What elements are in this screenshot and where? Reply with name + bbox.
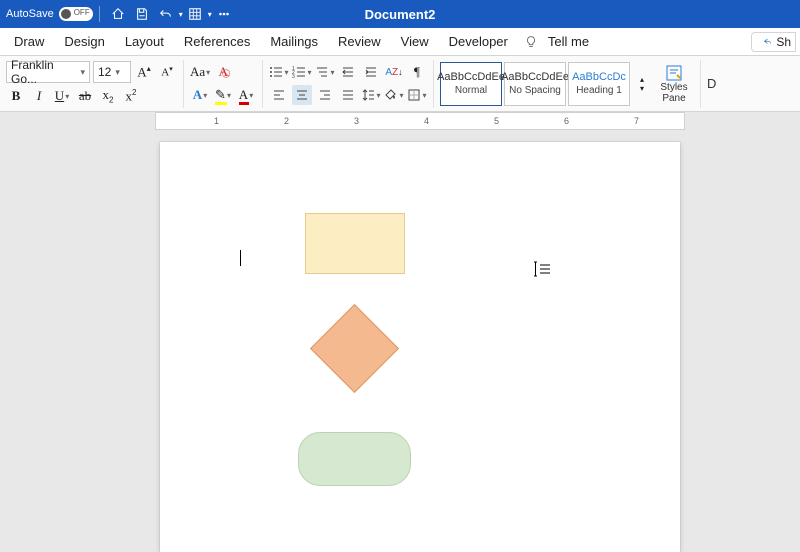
paragraph-group: ▾ 123▾ ▾ AZ↓ ¶ ▾ ▾ ▾: [263, 59, 433, 108]
font-size-select[interactable]: 12▾: [93, 61, 131, 83]
superscript-button[interactable]: x2: [121, 86, 141, 106]
styles-group: AaBbCcDdEe Normal AaBbCcDdEe No Spacing …: [434, 59, 700, 109]
autosave-state: OFF: [74, 8, 90, 17]
change-case-button[interactable]: Aa▾: [190, 62, 210, 82]
borders-button[interactable]: ▾: [407, 85, 427, 105]
share-icon: [760, 36, 772, 48]
ribbon-cut-off: D: [707, 76, 716, 91]
bold-button[interactable]: B: [6, 86, 26, 106]
styles-pane-icon: [665, 64, 683, 82]
tab-references[interactable]: References: [174, 28, 260, 56]
font-effects-group: Aa▾ A⃠ A▾ ✎▾ A▾: [184, 59, 262, 108]
highlight-button[interactable]: ✎▾: [213, 85, 233, 105]
style-no-spacing[interactable]: AaBbCcDdEe No Spacing: [504, 62, 566, 106]
clear-formatting-icon[interactable]: A⃠: [213, 62, 233, 82]
tab-layout[interactable]: Layout: [115, 28, 174, 56]
decrease-font-icon[interactable]: A▾: [157, 62, 177, 82]
autosave-toggle[interactable]: AutoSave OFF: [6, 7, 93, 21]
sort-button[interactable]: AZ↓: [384, 62, 404, 82]
strikethrough-button[interactable]: ab: [75, 86, 95, 106]
align-left-button[interactable]: [269, 85, 289, 105]
undo-icon[interactable]: [158, 6, 174, 22]
subscript-button[interactable]: x2: [98, 86, 118, 106]
save-icon[interactable]: [134, 6, 150, 22]
document-workspace: 1 2 3 4 5 6 7: [0, 112, 800, 552]
font-color-button[interactable]: A▾: [236, 85, 256, 105]
shading-button[interactable]: ▾: [384, 85, 404, 105]
justify-button[interactable]: [338, 85, 358, 105]
autosave-label: AutoSave: [6, 8, 54, 20]
tab-draw[interactable]: Draw: [4, 28, 54, 56]
align-center-button[interactable]: [292, 85, 312, 105]
font-group: Franklin Go...▾ 12▾ A▴ A▾ B I U▾ ab x2 x…: [0, 58, 183, 109]
align-right-button[interactable]: [315, 85, 335, 105]
multilevel-list-button[interactable]: ▾: [315, 62, 335, 82]
numbered-list-button[interactable]: 123▾: [292, 62, 312, 82]
tab-design[interactable]: Design: [54, 28, 114, 56]
lightbulb-icon: [524, 35, 538, 49]
overflow-icon[interactable]: [216, 6, 232, 22]
share-button[interactable]: Sh: [751, 32, 796, 52]
document-page[interactable]: [160, 142, 680, 552]
styles-gallery-expand[interactable]: ▴▾: [632, 74, 652, 94]
line-spacing-button[interactable]: ▾: [361, 85, 381, 105]
autosave-switch[interactable]: OFF: [59, 7, 93, 21]
styles-pane-button[interactable]: Styles Pane: [654, 62, 694, 106]
grid-icon[interactable]: [187, 6, 203, 22]
ribbon: Franklin Go...▾ 12▾ A▴ A▾ B I U▾ ab x2 x…: [0, 56, 800, 112]
home-icon[interactable]: [110, 6, 126, 22]
tell-me-search[interactable]: Tell me: [538, 28, 599, 56]
text-cursor: [240, 250, 241, 266]
horizontal-ruler[interactable]: 1 2 3 4 5 6 7: [155, 112, 685, 130]
font-name-select[interactable]: Franklin Go...▾: [6, 61, 90, 83]
text-effects-button[interactable]: A▾: [190, 85, 210, 105]
tab-mailings[interactable]: Mailings: [260, 28, 328, 56]
share-label: Sh: [776, 35, 791, 49]
style-normal[interactable]: AaBbCcDdEe Normal: [440, 62, 502, 106]
increase-indent-button[interactable]: [361, 62, 381, 82]
tab-view[interactable]: View: [391, 28, 439, 56]
show-marks-button[interactable]: ¶: [407, 62, 427, 82]
style-heading-1[interactable]: AaBbCcDc Heading 1: [568, 62, 630, 106]
italic-button[interactable]: I: [29, 86, 49, 106]
grid-dropdown[interactable]: ▾: [208, 10, 212, 19]
underline-button[interactable]: U▾: [52, 86, 72, 106]
shape-rectangle[interactable]: [305, 213, 405, 274]
bullet-list-button[interactable]: ▾: [269, 62, 289, 82]
ibeam-cursor-icon: [530, 260, 554, 278]
ribbon-tabs: Draw Design Layout References Mailings R…: [0, 28, 800, 56]
decrease-indent-button[interactable]: [338, 62, 358, 82]
svg-text:3: 3: [292, 74, 295, 79]
title-bar: AutoSave OFF ▾ ▾ Document2: [0, 0, 800, 28]
shape-diamond[interactable]: [310, 304, 399, 393]
tab-review[interactable]: Review: [328, 28, 391, 56]
shape-rounded-rectangle[interactable]: [298, 432, 411, 486]
tab-developer[interactable]: Developer: [439, 28, 518, 56]
increase-font-icon[interactable]: A▴: [134, 62, 154, 82]
separator: [99, 6, 100, 22]
undo-dropdown[interactable]: ▾: [179, 10, 183, 19]
